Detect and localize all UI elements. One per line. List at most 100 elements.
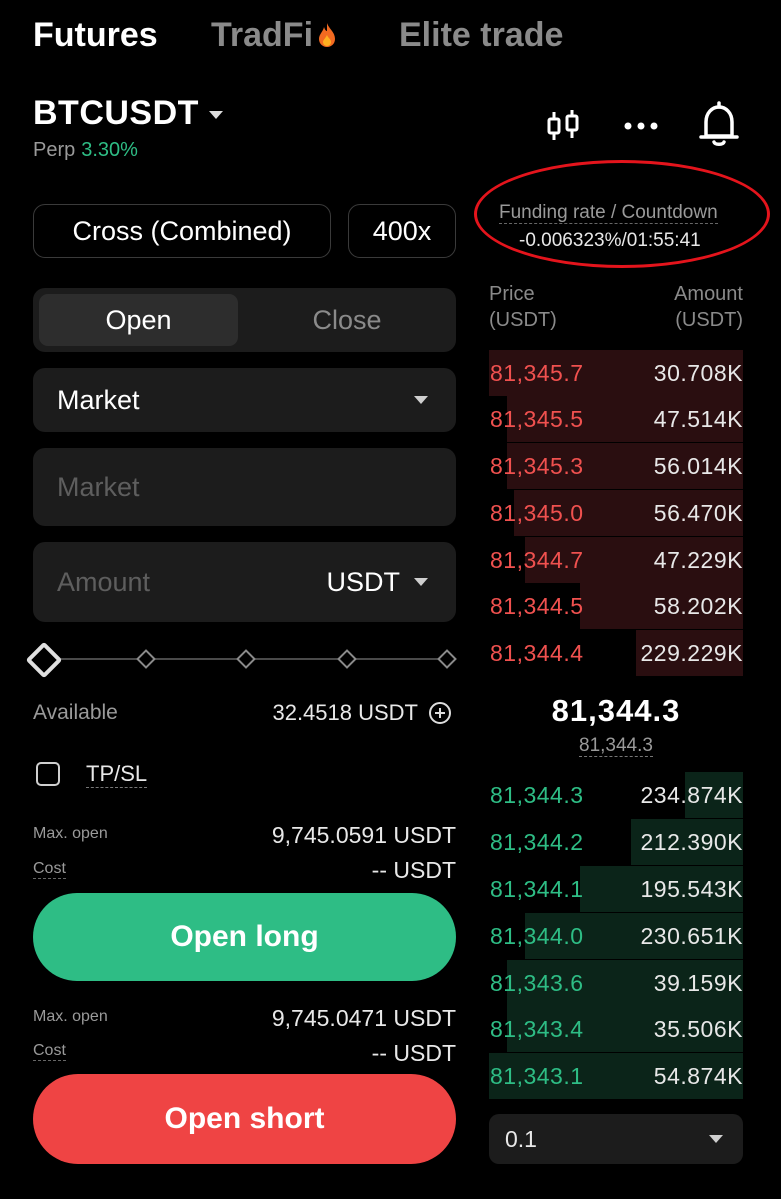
long-cost-value: -- USDT [371, 857, 456, 883]
ask-price: 81,344.7 [490, 547, 584, 573]
perp-info: Perp 3.30% [33, 139, 138, 162]
ask-row[interactable]: 81,345.0 56.470K [489, 490, 743, 536]
bid-price: 81,343.1 [490, 1063, 584, 1089]
bid-row[interactable]: 81,343.4 35.506K [489, 1006, 743, 1052]
amount-unit-select[interactable]: USDT [326, 566, 428, 598]
bid-row[interactable]: 81,343.1 54.874K [489, 1053, 743, 1099]
amount-placeholder: Amount [57, 566, 151, 597]
ask-row[interactable]: 81,344.7 47.229K [489, 537, 743, 583]
bid-amount: 234.874K [640, 782, 743, 808]
bid-row[interactable]: 81,344.3 234.874K [489, 772, 743, 818]
ask-amount: 56.470K [653, 500, 743, 526]
chevron-down-icon [709, 1135, 723, 1143]
bid-amount: 195.543K [640, 876, 743, 902]
highlight-annotation [474, 160, 770, 268]
ask-price: 81,344.5 [490, 593, 584, 619]
plus-circle-icon[interactable] [428, 701, 452, 725]
slider-step-50[interactable] [236, 649, 256, 669]
ask-row[interactable]: 81,345.3 56.014K [489, 443, 743, 489]
tpsl-label[interactable]: TP/SL [86, 761, 148, 788]
price-change: 3.30% [81, 139, 138, 161]
available-label: Available [33, 701, 118, 724]
fire-icon [319, 23, 336, 47]
price-header-unit: (USDT) [489, 309, 557, 331]
ask-row[interactable]: 81,345.7 30.708K [489, 350, 743, 396]
amount-header-label: Amount [674, 283, 743, 305]
symbol-name: BTCUSDT [33, 94, 199, 132]
bid-amount: 39.159K [653, 970, 743, 996]
last-price: 81,344.3 [551, 693, 681, 728]
candlestick-icon[interactable] [544, 108, 582, 144]
bid-row[interactable]: 81,343.6 39.159K [489, 960, 743, 1006]
short-max-open-value: 9,745.0471 USDT [271, 1005, 456, 1031]
ask-price: 81,345.7 [490, 360, 584, 386]
ask-amount: 56.014K [653, 453, 743, 479]
ask-amount: 229.229K [640, 640, 743, 666]
open-long-button[interactable]: Open long [33, 893, 456, 981]
ask-row[interactable]: 81,345.5 47.514K [489, 396, 743, 442]
ask-price: 81,345.3 [490, 453, 584, 479]
slider-thumb[interactable] [25, 641, 63, 679]
mark-price-value: 81,344.3 [579, 735, 653, 757]
bid-price: 81,344.3 [490, 782, 584, 808]
more-icon[interactable] [622, 108, 660, 144]
ask-row[interactable]: 81,344.5 58.202K [489, 583, 743, 629]
bid-price: 81,343.4 [490, 1016, 584, 1042]
available-value: 32.4518 USDT [272, 700, 418, 725]
tab-close[interactable]: Close [244, 294, 450, 346]
symbol-selector[interactable]: BTCUSDT [33, 94, 223, 133]
bid-price: 81,343.6 [490, 970, 584, 996]
bid-row[interactable]: 81,344.2 212.390K [489, 819, 743, 865]
tab-tradfi-label: TradFi [211, 16, 314, 54]
ask-row[interactable]: 81,344.4 229.229K [489, 630, 743, 676]
bid-amount: 212.390K [640, 829, 743, 855]
bid-row[interactable]: 81,344.0 230.651K [489, 913, 743, 959]
precision-select[interactable]: 0.1 [489, 1114, 743, 1164]
ask-amount: 30.708K [653, 360, 743, 386]
ask-price: 81,344.4 [490, 640, 584, 666]
amount-header-unit: (USDT) [675, 309, 743, 331]
bid-amount: 35.506K [653, 1016, 743, 1042]
short-max-open-label: Max. open [33, 1008, 108, 1025]
tab-elite-trade[interactable]: Elite trade [399, 16, 563, 55]
long-max-open-label: Max. open [33, 825, 108, 842]
perp-label: Perp [33, 139, 76, 161]
mark-price[interactable]: 81,344.3 [489, 735, 743, 757]
bid-price: 81,344.0 [490, 923, 584, 949]
tab-futures[interactable]: Futures [33, 16, 158, 55]
order-type-value: Market [57, 384, 140, 415]
long-cost-label[interactable]: Cost [33, 859, 66, 879]
tpsl-checkbox[interactable] [36, 762, 60, 786]
price-placeholder: Market [57, 471, 140, 502]
price-input[interactable]: Market [33, 448, 456, 526]
long-max-open-value: 9,745.0591 USDT [271, 822, 456, 848]
bid-price: 81,344.2 [490, 829, 584, 855]
open-short-button[interactable]: Open short [33, 1074, 456, 1164]
chevron-down-icon [414, 396, 428, 404]
amount-unit: USDT [326, 566, 401, 597]
tab-open[interactable]: Open [39, 294, 238, 346]
bid-price: 81,344.1 [490, 876, 584, 902]
short-cost-value: -- USDT [371, 1040, 456, 1066]
short-cost-label[interactable]: Cost [33, 1041, 66, 1061]
slider-step-25[interactable] [136, 649, 156, 669]
order-type-select[interactable]: Market [33, 368, 456, 432]
ask-amount: 58.202K [653, 593, 743, 619]
chevron-down-icon [208, 111, 223, 120]
ask-amount: 47.514K [653, 406, 743, 432]
bid-amount: 54.874K [653, 1063, 743, 1089]
margin-mode-button[interactable]: Cross (Combined) [33, 204, 331, 258]
slider-step-100[interactable] [437, 649, 457, 669]
precision-value: 0.1 [505, 1125, 537, 1152]
orderbook-amount-header: Amount (USDT) [600, 281, 743, 333]
slider-step-75[interactable] [337, 649, 357, 669]
bell-icon[interactable] [698, 100, 740, 148]
ask-price: 81,345.5 [490, 406, 584, 432]
bid-amount: 230.651K [640, 923, 743, 949]
tab-tradfi[interactable]: TradFi [211, 16, 337, 55]
bid-row[interactable]: 81,344.1 195.543K [489, 866, 743, 912]
ask-amount: 47.229K [653, 547, 743, 573]
chevron-down-icon [414, 578, 428, 586]
amount-input[interactable]: Amount USDT [33, 542, 456, 622]
leverage-button[interactable]: 400x [348, 204, 456, 258]
